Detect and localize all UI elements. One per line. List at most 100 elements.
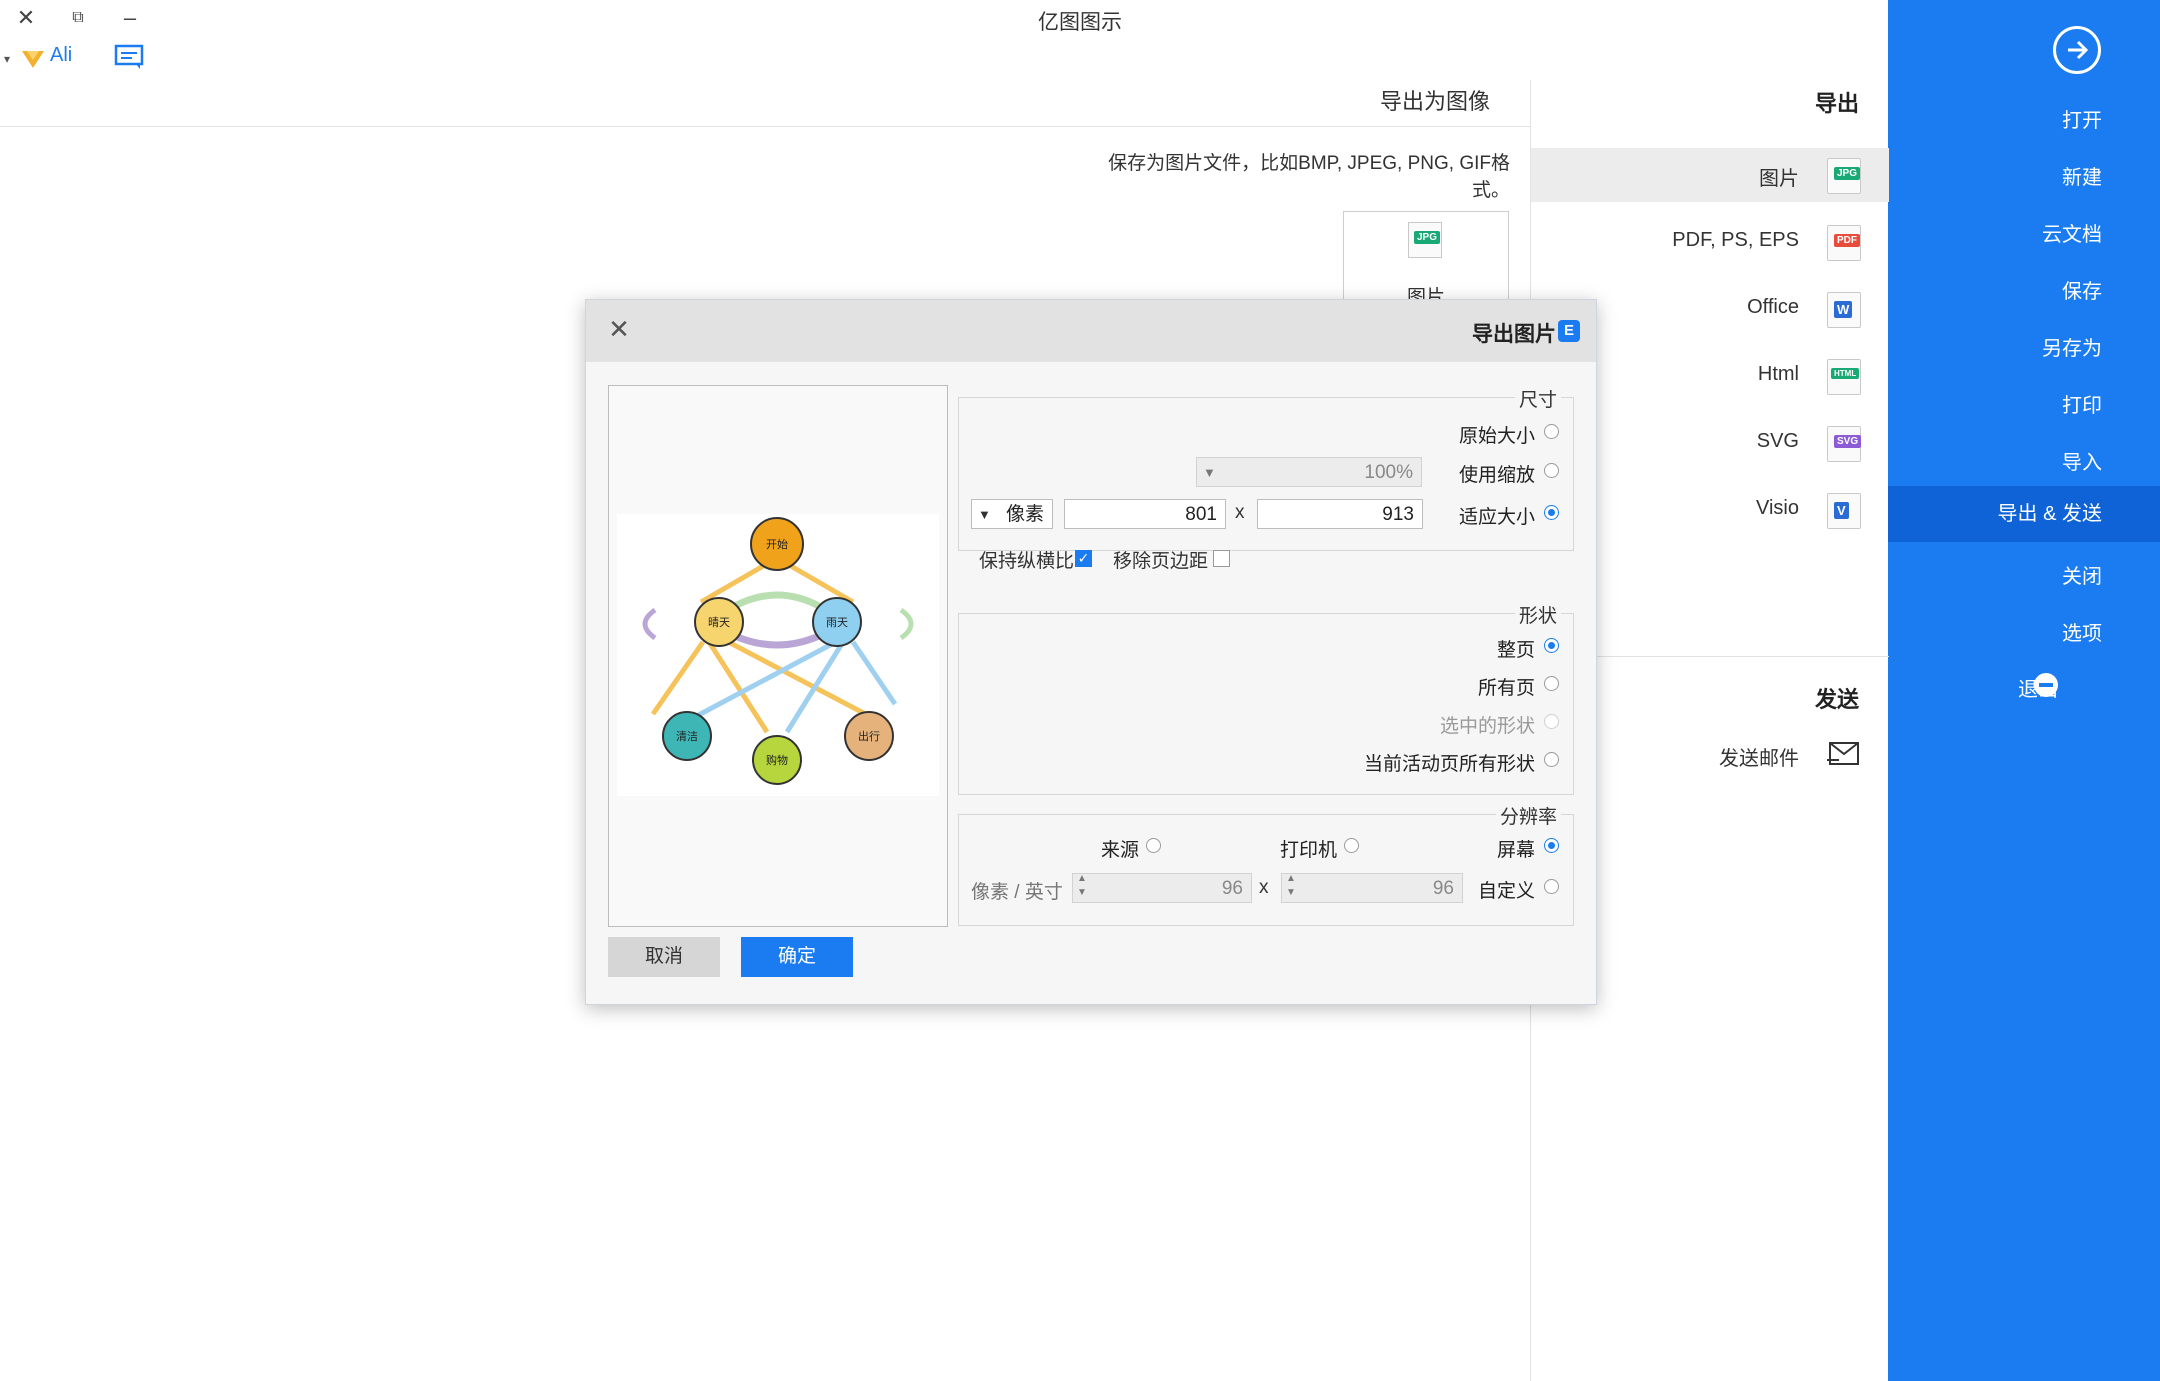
visio-file-icon: V — [1827, 493, 1861, 529]
preview-diagram-canvas: 开始 雨天 晴天 出行 购物 清洁 — [617, 514, 939, 796]
sidebar-item-save-as[interactable]: 另存为 — [2042, 332, 2102, 361]
jpg-file-icon: JPG — [1408, 222, 1442, 258]
radio-current-page-shapes[interactable]: 当前活动页所有形状 — [1173, 746, 1573, 776]
radio-button — [1544, 714, 1559, 729]
ok-button[interactable]: 确定 — [741, 937, 853, 977]
dpi-unit-label: 像素 / 英寸 — [971, 882, 1063, 903]
radio-label: 选中的形状 — [1439, 716, 1535, 737]
radio-button[interactable] — [1544, 838, 1559, 853]
dropdown-arrow-icon[interactable]: ▾ — [4, 52, 10, 66]
pdf-file-icon: PDF — [1827, 225, 1861, 261]
export-item-label: 图片 — [1759, 168, 1799, 190]
content-divider — [0, 126, 1530, 127]
export-item-image[interactable]: 图片 JPG — [1531, 148, 1889, 202]
shape-group: 形状 整页 所有页 选中的形状 当前活动页所有形状 — [958, 601, 1574, 795]
sidebar-item-close[interactable]: 关闭 — [2062, 560, 2102, 589]
radio-label: 整页 — [1496, 640, 1535, 661]
radio-screen[interactable]: 屏幕 — [1483, 832, 1573, 862]
word-file-icon: W — [1827, 292, 1861, 328]
height-input[interactable]: 801 — [1064, 499, 1226, 529]
sidebar-item-import[interactable]: 导入 — [2062, 446, 2102, 475]
resolution-legend: 分辨率 — [1495, 802, 1561, 829]
zoom-select: ▼ 100% — [1196, 457, 1422, 487]
radio-custom[interactable]: 自定义 — [1473, 873, 1573, 903]
sidebar-item-cloud-docs[interactable]: 云文档 — [2042, 218, 2102, 247]
export-heading: 导出 — [1814, 91, 1859, 116]
radio-button[interactable] — [1146, 838, 1161, 853]
dpi-x-stepper: ▲ ▼ 96 — [1281, 873, 1463, 903]
radio-all-pages[interactable]: 所有页 — [1173, 670, 1573, 700]
diagram-connector — [715, 633, 875, 721]
jpg-file-icon: JPG — [1827, 158, 1861, 194]
restore-window-icon[interactable]: ⧉ — [58, 2, 98, 34]
dialog-title: 导出图片 — [1472, 323, 1556, 346]
radio-label: 屏幕 — [1496, 840, 1535, 861]
close-icon[interactable]: ✕ — [604, 314, 634, 344]
radio-label: 当前活动页所有形状 — [1363, 754, 1535, 775]
export-image-dialog: ✕ 导出图片 E 开始 雨天 晴天 出行 购物 清洁 尺寸 原始大小 使用缩放 … — [585, 299, 1597, 1005]
diagram-connector — [899, 607, 914, 641]
radio-button[interactable] — [1544, 676, 1559, 691]
resolution-group: 分辨率 屏幕 打印机 来源 自定义 ▲ ▼ 96 x ▲ ▼ 96 像素 / 英寸 — [958, 802, 1574, 926]
diagram-connector — [642, 607, 657, 641]
diagram-node-label: 清洁 — [676, 730, 698, 743]
sidebar-item-options[interactable]: 选项 — [2062, 617, 2102, 646]
radio-button[interactable] — [1544, 752, 1559, 767]
radio-button[interactable] — [1344, 838, 1359, 853]
app-logo-icon: E — [1558, 320, 1580, 342]
diagram-connector — [733, 632, 821, 649]
export-preview: 开始 雨天 晴天 出行 购物 清洁 — [608, 385, 948, 927]
diagram-node-label: 雨天 — [826, 617, 848, 629]
radio-label: 来源 — [1100, 840, 1139, 861]
content-description: 保存为图片文件，比如BMP, JPEG, PNG, GIF格式。 — [1108, 153, 1510, 201]
keep-ratio-label: 保持纵横比 — [979, 551, 1075, 572]
export-item-pdf[interactable]: PDF, PS, EPS PDF — [1531, 215, 1889, 269]
x-separator: x — [1259, 877, 1269, 898]
sidebar-item-export-send[interactable]: 导出 & 发送 — [1888, 486, 2160, 542]
remove-margin-checkbox[interactable] — [1213, 550, 1230, 567]
chevron-down-icon: ▼ — [978, 507, 991, 522]
stepper-arrows-icon: ▲ ▼ — [1077, 873, 1087, 898]
unit-select[interactable]: ▼ 像素 — [971, 499, 1053, 529]
content-title: 导出为图像 — [1380, 89, 1491, 114]
svg-file-icon: SVG — [1827, 426, 1862, 462]
width-input[interactable]: 913 — [1257, 499, 1423, 529]
chevron-down-icon: ▼ — [1203, 465, 1216, 480]
vip-badge-icon[interactable] — [20, 45, 46, 71]
html-file-icon: HTML — [1827, 359, 1861, 395]
export-item-label: Visio — [1756, 497, 1799, 519]
radio-label: 打印机 — [1279, 840, 1337, 861]
radio-selected-shapes: 选中的形状 — [1173, 708, 1573, 738]
minimize-window-icon[interactable]: – — [110, 2, 150, 34]
radio-button[interactable] — [1544, 879, 1559, 894]
user-name[interactable]: Ali — [50, 44, 72, 67]
cancel-button[interactable]: 取消 — [608, 937, 720, 977]
sidebar-item-save[interactable]: 保存 — [2062, 275, 2102, 304]
feedback-icon[interactable] — [114, 44, 144, 70]
email-icon — [1827, 740, 1861, 768]
radio-button[interactable] — [1544, 638, 1559, 653]
sidebar-item-print[interactable]: 打印 — [2062, 389, 2102, 418]
radio-label: 原始大小 — [1458, 426, 1535, 447]
close-window-icon[interactable]: ✕ — [6, 2, 46, 34]
radio-original-size[interactable]: 原始大小 — [1373, 418, 1573, 448]
send-heading: 发送 — [1814, 687, 1859, 712]
radio-button[interactable] — [1544, 505, 1559, 520]
dialog-header: ✕ 导出图片 E — [586, 300, 1596, 362]
sidebar-item-open[interactable]: 打开 — [2062, 104, 2102, 133]
stepper-arrows-icon: ▲ ▼ — [1286, 873, 1296, 898]
diagram-node-label: 购物 — [766, 753, 788, 767]
radio-button[interactable] — [1544, 424, 1559, 439]
diagram-node-label: 晴天 — [708, 616, 730, 629]
sidebar-item-new[interactable]: 新建 — [2062, 161, 2102, 190]
export-item-label: Office — [1747, 296, 1799, 318]
exit-icon[interactable] — [2034, 673, 2058, 697]
back-arrow-icon[interactable] — [2053, 26, 2101, 74]
radio-button[interactable] — [1544, 463, 1559, 478]
radio-whole-page[interactable]: 整页 — [1173, 632, 1573, 662]
export-image-card[interactable]: JPG 图片 — [1343, 211, 1509, 309]
radio-source[interactable]: 来源 — [1099, 832, 1169, 862]
radio-printer[interactable]: 打印机 — [1277, 832, 1367, 862]
keep-ratio-checkbox[interactable]: ✓ — [1075, 550, 1092, 567]
size-legend: 尺寸 — [1514, 385, 1561, 412]
